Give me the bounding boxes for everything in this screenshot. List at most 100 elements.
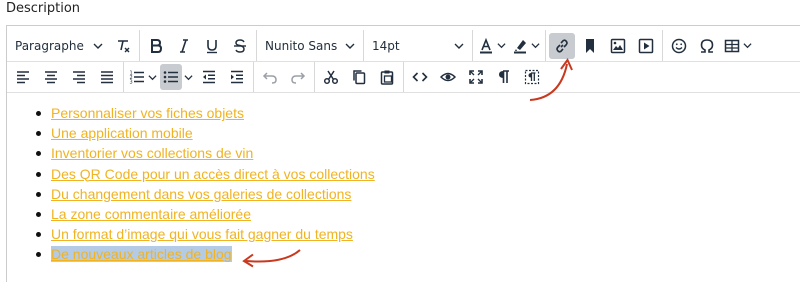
block-format-value: Paragraphe [15, 38, 84, 53]
chevron-down-icon [148, 74, 157, 80]
list-item-link[interactable]: Inventorier vos collections de vin [51, 145, 253, 161]
indent-button[interactable] [224, 64, 250, 90]
color-group [473, 30, 546, 61]
bold-icon [151, 38, 163, 53]
underline-button[interactable] [199, 33, 225, 59]
align-left-button[interactable] [10, 64, 36, 90]
list-group: 123 [124, 62, 254, 92]
list-item-link[interactable]: Des QR Code pour un accès direct à vos c… [51, 166, 375, 182]
toolbar-row-2: 123 [7, 62, 800, 93]
extras-group [663, 30, 757, 61]
font-group: Nunito Sans [257, 30, 364, 61]
block-format-select[interactable]: Paragraphe [9, 33, 109, 59]
link-icon [556, 38, 568, 53]
redo-button[interactable] [285, 64, 311, 90]
special-character-button[interactable] [694, 33, 720, 59]
toolbar-row-1: Paragraphe Nunito Sans 14pt [7, 30, 800, 62]
numbered-list-button[interactable]: 123 [126, 64, 160, 90]
bullet-dot [36, 131, 41, 137]
bullet-list: Personnaliser vos fiches objets Une appl… [33, 103, 800, 265]
highlighter-icon [514, 39, 526, 53]
font-family-select[interactable]: Nunito Sans [259, 33, 361, 59]
italic-icon [180, 38, 188, 53]
bullet-dot [36, 151, 41, 157]
bullet-dot [36, 252, 41, 258]
underline-icon [207, 39, 217, 53]
table-icon [724, 39, 740, 52]
eye-icon [440, 72, 456, 82]
list-item-link[interactable]: La zone commentaire améliorée [51, 206, 251, 222]
chevron-down-icon [497, 43, 506, 49]
font-size-select[interactable]: 14pt [366, 33, 470, 59]
strikethrough-button[interactable] [227, 33, 253, 59]
outdent-button[interactable] [196, 64, 222, 90]
chevron-down-icon [345, 43, 355, 49]
omega-icon [700, 38, 714, 53]
show-blocks-button[interactable] [491, 64, 517, 90]
source-code-button[interactable] [407, 64, 433, 90]
media-play-icon [638, 38, 654, 53]
clear-formatting-button[interactable] [110, 33, 136, 59]
fullscreen-button[interactable] [463, 64, 489, 90]
undo-button[interactable] [257, 64, 283, 90]
align-justify-icon [101, 71, 113, 84]
field-label: Description [6, 1, 81, 16]
insert-image-button[interactable] [605, 33, 631, 59]
bullet-dot [36, 111, 41, 116]
text-color-icon [480, 37, 492, 53]
format-group: Paragraphe [7, 30, 140, 61]
bullet-dot [36, 191, 41, 197]
list-item-link[interactable]: Personnaliser vos fiches objets [51, 105, 244, 121]
list-item: Personnaliser vos fiches objets [33, 103, 800, 123]
editor-content-area[interactable]: Personnaliser vos fiches objets Une appl… [7, 93, 800, 282]
fullscreen-icon [469, 70, 483, 84]
selected-list-item-link[interactable]: De nouveaux articles de blog [51, 246, 232, 263]
outdent-icon [203, 70, 215, 84]
list-item: Du changement dans vos galeries de colle… [33, 184, 800, 204]
text-style-group [140, 30, 257, 61]
bullet-list-icon [163, 71, 178, 83]
visual-blocks-button[interactable] [519, 64, 545, 90]
copy-button[interactable] [346, 64, 372, 90]
chevron-down-icon [454, 43, 464, 49]
insert-media-button[interactable] [633, 33, 659, 59]
insert-link-button[interactable] [549, 32, 575, 59]
chevron-down-icon [93, 43, 103, 49]
bullet-dot [36, 171, 41, 177]
list-item: Des QR Code pour un accès direct à vos c… [33, 164, 800, 184]
svg-text:3: 3 [130, 80, 133, 86]
text-color-button[interactable] [475, 33, 509, 59]
anchor-button[interactable] [577, 33, 603, 59]
paste-button[interactable] [374, 64, 400, 90]
italic-button[interactable] [171, 33, 197, 59]
chevron-down-icon[interactable] [184, 73, 193, 82]
list-item: Une application mobile [33, 123, 800, 143]
scissors-icon [323, 70, 339, 85]
align-justify-button[interactable] [94, 64, 120, 90]
preview-button[interactable] [435, 64, 461, 90]
size-group: 14pt [364, 30, 473, 61]
highlight-color-button[interactable] [509, 33, 543, 59]
view-group [404, 62, 548, 92]
clear-formatting-icon [118, 39, 130, 52]
chevron-down-icon [743, 43, 752, 49]
rich-text-editor: Paragraphe Nunito Sans 14pt 1 2 3 Person… [6, 25, 800, 282]
code-icon [412, 72, 428, 82]
emoticons-button[interactable] [666, 33, 692, 59]
list-item-link[interactable]: Du changement dans vos galeries de colle… [51, 186, 351, 202]
list-item-link[interactable]: Un format d’image qui vous fait gagner d… [51, 226, 353, 242]
table-button[interactable] [721, 33, 755, 59]
align-right-button[interactable] [66, 64, 92, 90]
list-item: Un format d’image qui vous fait gagner d… [33, 224, 800, 244]
list-item-link[interactable]: Une application mobile [51, 125, 193, 141]
align-center-button[interactable] [38, 64, 64, 90]
image-icon [610, 38, 626, 53]
font-family-value: Nunito Sans [265, 38, 338, 53]
bullet-list-button[interactable] [160, 64, 182, 90]
insert-group [546, 30, 663, 61]
cut-button[interactable] [318, 64, 344, 90]
bold-button[interactable] [143, 33, 169, 59]
align-center-icon [45, 71, 57, 84]
align-left-icon [17, 71, 29, 84]
bullet-dot [36, 211, 41, 217]
